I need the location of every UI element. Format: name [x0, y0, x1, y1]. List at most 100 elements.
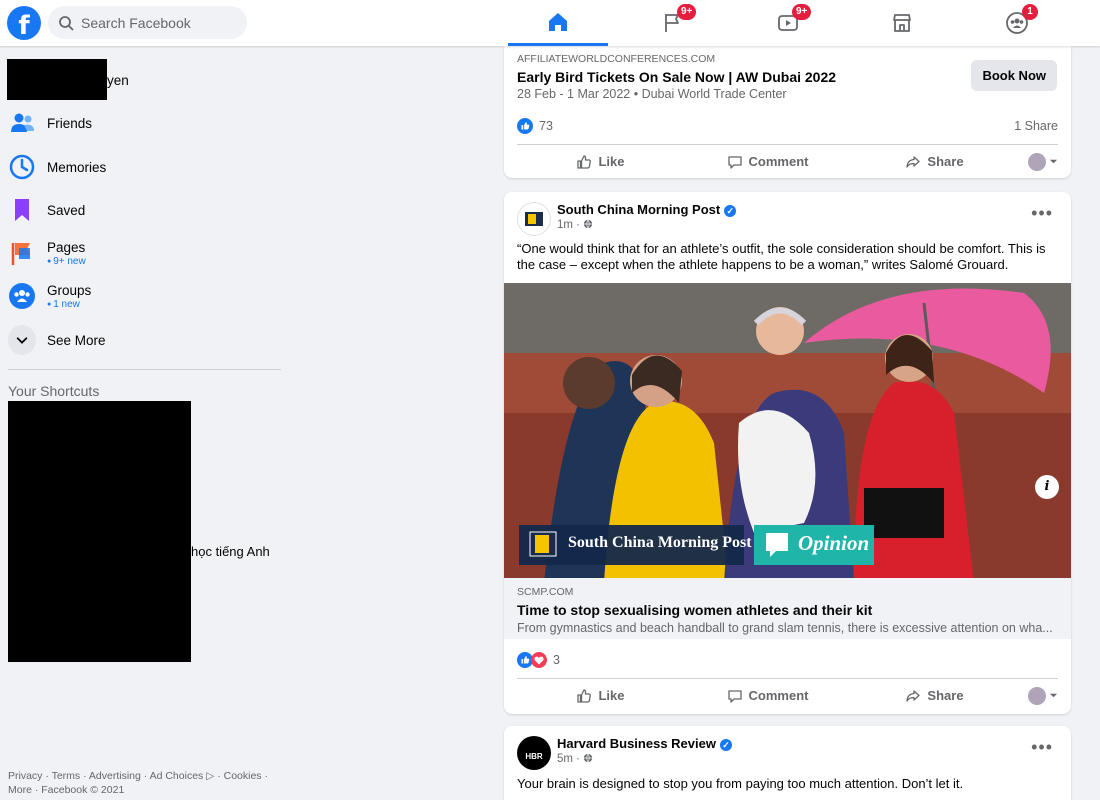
sidebar-item-see-more[interactable]: See More [8, 319, 280, 361]
post-time-text: 5m · [557, 753, 580, 765]
like-button[interactable]: Like [517, 154, 684, 170]
share-button[interactable]: Share [851, 154, 1018, 170]
post-options-icon[interactable]: ••• [1031, 738, 1053, 756]
avatar [1028, 686, 1046, 705]
post-author[interactable]: Harvard Business Review ✓ [557, 736, 732, 751]
post-action-bar: Like Comment Share [517, 144, 1058, 178]
post-text: “One would think that for an athlete’s o… [517, 241, 1046, 272]
post-time-text: 1m · [557, 219, 580, 231]
image-opinion-label: Opinion [798, 531, 870, 555]
chevron-down-icon [8, 325, 36, 355]
pages-notification-badge: 9+ [677, 4, 697, 20]
avatar [1028, 152, 1046, 171]
share-button[interactable]: Share [851, 688, 1018, 704]
sidebar-item-saved[interactable]: Saved [8, 189, 280, 231]
sidebar-item-label: See More [47, 332, 106, 348]
saved-icon [8, 196, 36, 224]
post-options-icon[interactable]: ••• [1031, 204, 1053, 222]
ad-link-domain: AFFILIATEWORLDCONFERENCES.COM [517, 53, 716, 65]
shortcuts-heading: Your Shortcuts [8, 383, 100, 399]
sidebar-divider [8, 369, 281, 370]
verified-badge-icon: ✓ [724, 205, 737, 217]
link-domain: SCMP.COM [517, 586, 574, 598]
reaction-summary[interactable]: 3 [517, 646, 1058, 674]
facebook-logo[interactable]: f [7, 6, 41, 40]
home-icon [549, 12, 567, 31]
tab-home[interactable] [508, 0, 608, 46]
share-label: Share [927, 688, 964, 703]
image-brand-label: South China Morning Post [568, 534, 752, 551]
tab-groups[interactable]: 1 [967, 0, 1067, 46]
reaction-as-selector[interactable] [1018, 152, 1058, 171]
book-now-button[interactable]: Book Now [971, 60, 1057, 91]
sidebar-item-label: Memories [47, 159, 107, 175]
logo-letter: f [18, 11, 30, 40]
like-button[interactable]: Like [517, 688, 684, 704]
reaction-count: 73 [539, 119, 553, 133]
comment-icon [727, 689, 742, 703]
sidebar-item-subtext: 1 new [47, 299, 91, 310]
profile-name[interactable]: yen [107, 73, 129, 88]
post-author-name: South China Morning Post [557, 202, 721, 217]
reaction-summary[interactable]: 73 1 Share [517, 112, 1058, 140]
post-timestamp[interactable]: 1m · [557, 219, 593, 231]
groups-notification-badge: 1 [1022, 4, 1038, 20]
sidebar-item-label: Friends [47, 115, 93, 131]
friends-icon [8, 109, 36, 137]
sidebar-item-memories[interactable]: Memories [8, 146, 280, 188]
ad-link-title[interactable]: Early Bird Tickets On Sale Now | AW Duba… [517, 69, 836, 85]
post-text: Your brain is designed to stop you from … [517, 776, 964, 791]
reaction-count: 3 [553, 653, 560, 667]
like-label: Like [598, 688, 625, 703]
link-title: Time to stop sexualising women athletes … [517, 602, 873, 618]
sidebar-item-label: Groups [47, 282, 92, 298]
caret-down-icon [1049, 159, 1058, 164]
verified-badge-icon: ✓ [719, 739, 732, 751]
ad-link-subtitle: 28 Feb - 1 Mar 2022 • Dubai World Trade … [517, 87, 787, 101]
share-count[interactable]: 1 Share [1014, 119, 1058, 133]
sponsored-ad-card: AFFILIATEWORLDCONFERENCES.COM Early Bird… [504, 46, 1071, 178]
post-image[interactable]: South China Morning Post Opinion [504, 283, 1071, 578]
left-sidebar: yen Friends Memories Saved Pages 9+ new [0, 46, 290, 800]
sidebar-item-groups[interactable]: Groups 1 new [8, 275, 280, 317]
feed-post-hbr: HBR Harvard Business Review ✓ 5m · ••• Yo… [504, 726, 1071, 800]
link-preview[interactable]: SCMP.COM Time to stop sexualising women … [504, 578, 1071, 639]
globe-icon [584, 753, 593, 763]
shortcut-item-label[interactable]: học tiếng Anh [191, 544, 270, 559]
post-author[interactable]: South China Morning Post ✓ [557, 202, 737, 217]
sidebar-item-friends[interactable]: Friends [8, 102, 280, 144]
tab-watch[interactable]: 9+ [738, 0, 838, 46]
sidebar-item-pages[interactable]: Pages 9+ new [8, 232, 280, 274]
tab-marketplace[interactable] [852, 0, 952, 46]
link-description: From gymnastics and beach handball to gr… [517, 621, 1053, 635]
share-arrow-icon [906, 155, 921, 168]
scmp-avatar[interactable] [517, 202, 551, 236]
sidebar-item-label: Saved [47, 202, 86, 218]
hbr-avatar-text: HBR [525, 752, 543, 761]
comment-icon [727, 155, 742, 169]
feed-post-scmp: South China Morning Post ✓ 1m · ••• “One … [504, 192, 1071, 714]
post-action-bar: Like Comment Share [517, 678, 1058, 712]
share-arrow-icon [906, 689, 921, 702]
comment-button[interactable]: Comment [684, 154, 851, 170]
search-input[interactable] [81, 14, 231, 31]
info-icon[interactable]: i [1035, 475, 1059, 499]
post-timestamp[interactable]: 5m · [557, 753, 593, 765]
tab-pages[interactable]: 9+ [623, 0, 723, 46]
comment-label: Comment [748, 688, 809, 703]
thumbs-up-icon [577, 688, 592, 703]
search-box[interactable] [48, 6, 247, 39]
hbr-avatar[interactable]: HBR [517, 736, 551, 770]
comment-button[interactable]: Comment [684, 688, 851, 704]
comment-label: Comment [748, 154, 809, 169]
love-reaction-icon [531, 652, 547, 668]
reaction-as-selector[interactable] [1018, 686, 1058, 705]
sidebar-item-subtext: 9+ new [47, 256, 86, 267]
sidebar-footer-links[interactable]: Privacy · Terms · Advertising · Ad Choic… [8, 769, 278, 797]
like-reaction-icon [517, 118, 533, 134]
share-label: Share [927, 154, 964, 169]
top-navigation-bar: f 9+ 9+ 1 [0, 0, 1100, 46]
thumbs-up-icon [577, 154, 592, 169]
pages-icon [8, 239, 36, 267]
redacted-shortcuts-list [8, 401, 191, 662]
